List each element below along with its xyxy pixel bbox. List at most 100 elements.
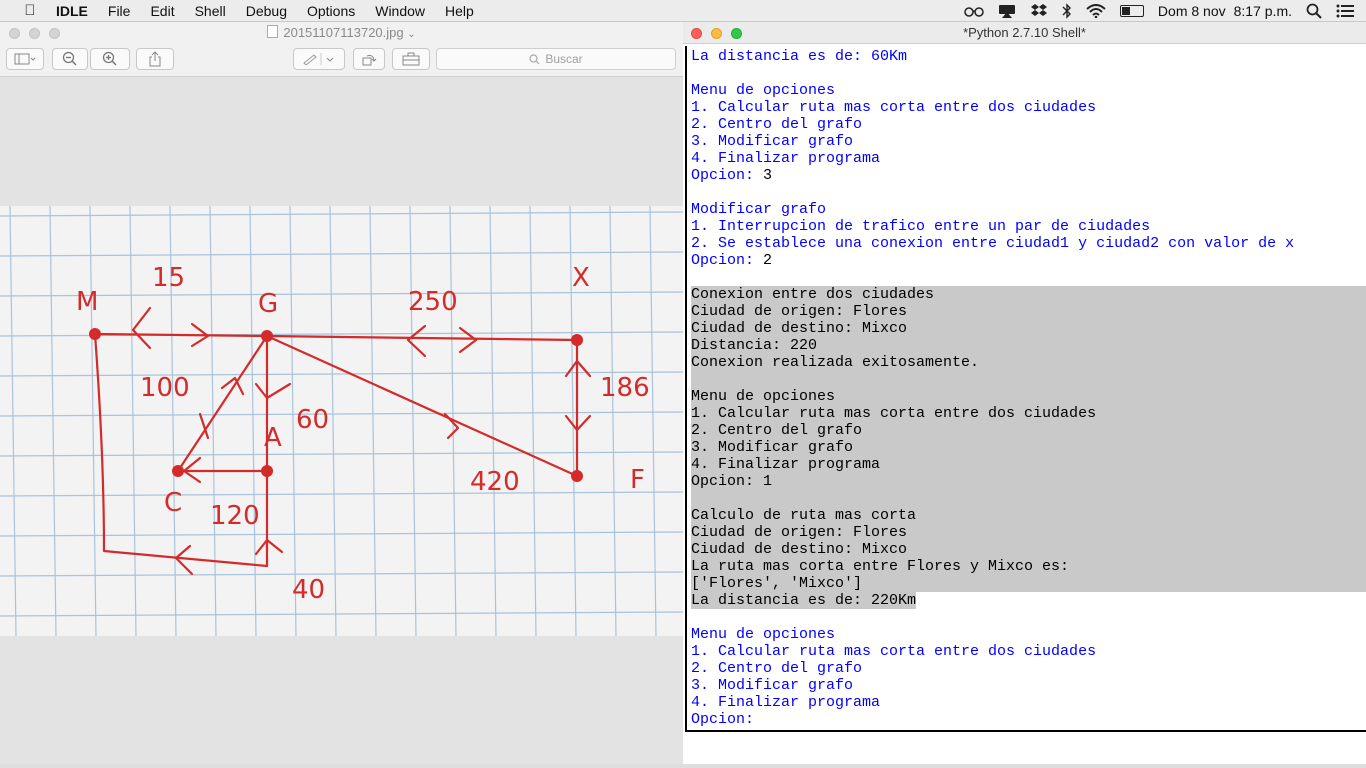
menu-window[interactable]: Window (365, 3, 435, 19)
console-line: Menu de opciones (691, 626, 1366, 643)
edge-g-x (265, 334, 579, 342)
rotate-icon (362, 55, 377, 66)
airplay-icon[interactable] (998, 4, 1016, 18)
preview-titlebar: 20151107113720.jpg ⌄ (0, 22, 683, 44)
console-line: 1. Calcular ruta mas corta entre dos ciu… (691, 405, 1366, 422)
dropbox-icon[interactable] (1030, 3, 1048, 19)
console-text[interactable]: La distancia es de: 60Km Menu de opciones… (687, 46, 1366, 728)
menu-options[interactable]: Options (297, 3, 365, 19)
console-line: 4. Finalizar programa (691, 456, 1366, 473)
arrow-7 (254, 382, 292, 400)
console-output: 3. Modificar grafo (691, 677, 854, 694)
console-line: 1. Interrupcion de trafico entre un par … (691, 218, 1366, 235)
grid-line (329, 206, 337, 636)
console-line: 2. Centro del grafo (691, 116, 1366, 133)
markup-button[interactable] (293, 48, 345, 70)
apple-menu-icon[interactable]:  (20, 2, 40, 19)
shell-titlebar: *Python 2.7.10 Shell* (683, 22, 1366, 44)
console-line: 3. Modificar grafo (691, 133, 1366, 150)
console-output: Opcion: (691, 711, 764, 728)
console-output: 1. Calcular ruta mas corta entre dos ciu… (691, 99, 1097, 116)
chevron-down-icon[interactable]: ⌄ (407, 29, 415, 40)
rotate-button[interactable] (353, 48, 385, 70)
console-line: Opcion: 3 (691, 167, 1366, 184)
bluetooth-icon[interactable] (1062, 2, 1072, 19)
label-node-m: M (76, 287, 98, 317)
grid-line (89, 206, 97, 636)
arrow-4 (458, 326, 478, 354)
wifi-icon[interactable] (1086, 3, 1106, 18)
grid-line (649, 206, 657, 636)
spotlight-icon[interactable] (1306, 3, 1322, 19)
filename[interactable]: 20151107113720.jpg (283, 25, 403, 40)
clock-time[interactable]: 8:17 p.m. (1234, 3, 1292, 19)
menu-file[interactable]: File (98, 3, 141, 19)
status-area: Dom 8 nov 8:17 p.m. (950, 3, 1354, 19)
zoom-in-button[interactable] (90, 48, 130, 70)
share-button[interactable] (136, 48, 174, 70)
graph-sketch-drawing: M G X A C F 15 250 100 60 186 120 420 40 (0, 206, 683, 636)
preview-title: 20151107113720.jpg ⌄ (0, 25, 683, 40)
arrow-10 (443, 412, 460, 440)
menu-help[interactable]: Help (435, 3, 484, 19)
menu-shell[interactable]: Shell (185, 3, 236, 19)
console-output: 4. Finalizar programa (691, 694, 881, 711)
console-line: La distancia es de: 220Km (691, 592, 1366, 609)
node-x (571, 334, 583, 346)
console-output: Menu de opciones (691, 626, 836, 643)
console-line: 4. Finalizar programa (691, 150, 1366, 167)
console-line (691, 490, 1366, 507)
zoom-out-button[interactable] (52, 48, 88, 70)
python-shell-window: *Python 2.7.10 Shell* La distancia es de… (683, 22, 1366, 764)
notification-list-icon[interactable] (1336, 4, 1354, 18)
glasses-icon[interactable] (964, 5, 984, 17)
grid-line (129, 206, 137, 636)
sidebar-toggle-button[interactable] (6, 48, 44, 70)
label-edge-250: 250 (408, 287, 458, 317)
console-output: Opcion: (691, 252, 764, 269)
shell-title: *Python 2.7.10 Shell* (963, 25, 1086, 40)
console-line: 3. Modificar grafo (691, 677, 1366, 694)
console-line: La distancia es de: 60Km (691, 48, 1366, 65)
menu-edit[interactable]: Edit (140, 3, 184, 19)
search-placeholder: Buscar (545, 52, 583, 66)
console-line: Ciudad de origen: Flores (691, 524, 1366, 541)
zoom-out-icon (62, 51, 77, 66)
label-node-x: X (572, 263, 590, 293)
console-line: Conexion entre dos ciudades (691, 286, 1366, 303)
grid-line (0, 611, 683, 617)
grid-line (249, 206, 257, 636)
arrow-13 (254, 538, 284, 556)
clock-date[interactable]: Dom 8 nov (1158, 3, 1226, 19)
console-line: 1. Calcular ruta mas corta entre dos ciu… (691, 643, 1366, 660)
share-icon (149, 51, 161, 67)
console-output: La distancia es de: 60Km (691, 48, 908, 65)
arrow-12 (174, 544, 194, 576)
console-line: Opcion: 2 (691, 252, 1366, 269)
console-line: Distancia: 220 (691, 337, 1366, 354)
pen-icon (303, 53, 334, 65)
console-line: Menu de opciones (691, 82, 1366, 99)
battery-icon[interactable] (1119, 4, 1144, 17)
grid-line (0, 211, 683, 217)
toolbox-button[interactable] (392, 48, 430, 70)
app-menu[interactable]: IDLE (54, 3, 98, 19)
label-edge-60: 60 (296, 405, 329, 435)
preview-window: 20151107113720.jpg ⌄ Buscar M G X A C F … (0, 22, 683, 764)
shell-console[interactable]: La distancia es de: 60Km Menu de opciones… (685, 46, 1366, 732)
console-line: 2. Centro del grafo (691, 422, 1366, 439)
search-field[interactable]: Buscar (436, 48, 676, 70)
edge-m-a (93, 332, 269, 568)
label-edge-420: 420 (470, 467, 520, 497)
menu-debug[interactable]: Debug (236, 3, 297, 19)
console-output: 2. Centro del grafo (691, 660, 863, 677)
node-a (261, 465, 273, 477)
document-icon (267, 25, 279, 38)
console-output: Menu de opciones (691, 82, 836, 99)
selected-text: La distancia es de: 220Km (691, 592, 917, 609)
label-edge-15: 15 (152, 263, 185, 293)
grid-line (609, 206, 617, 636)
